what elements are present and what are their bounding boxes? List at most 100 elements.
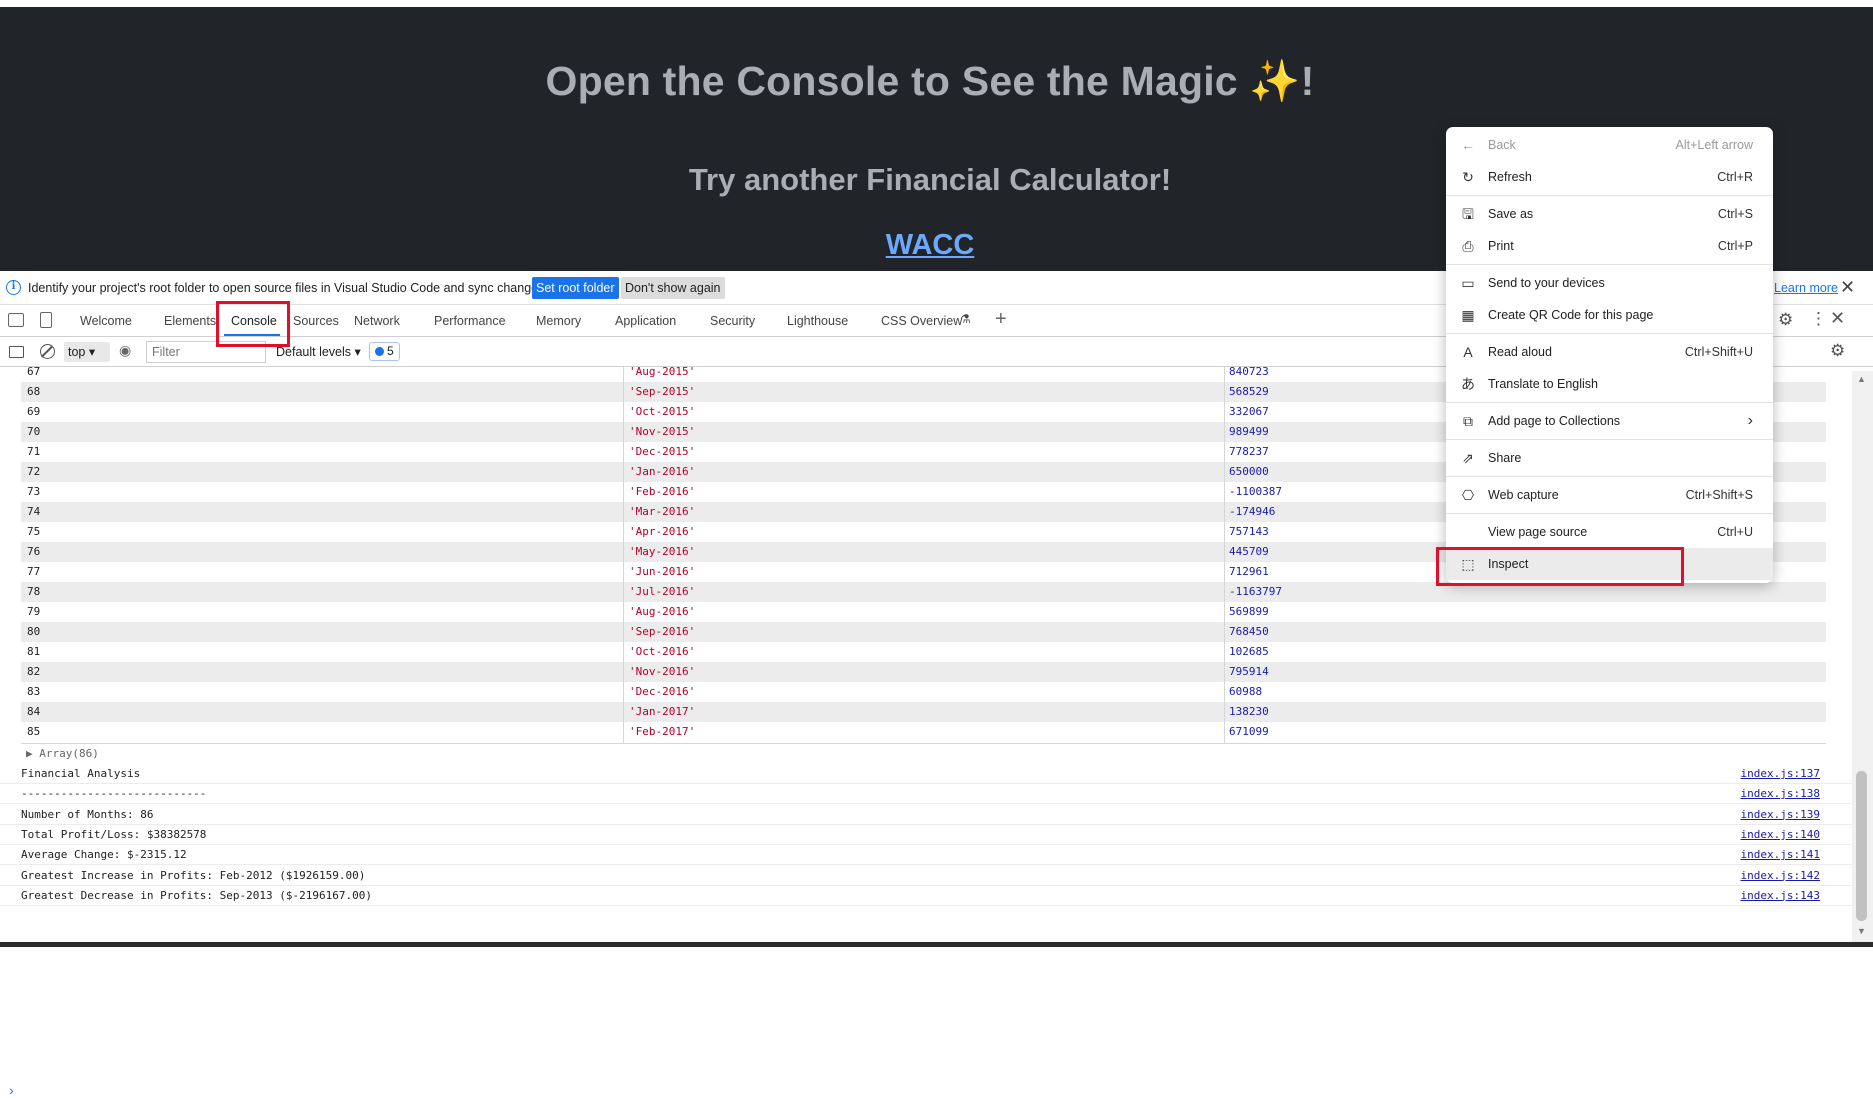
- more-options-icon[interactable]: ⋮: [1810, 309, 1827, 329]
- log-levels-label: Default levels: [276, 345, 352, 359]
- close-icon[interactable]: ✕: [1840, 277, 1855, 298]
- menu-item-label: Translate to English: [1488, 377, 1599, 391]
- menu-item-view-page-source[interactable]: View page source Ctrl+U: [1446, 516, 1773, 548]
- row-date: 'Mar-2016': [629, 505, 696, 518]
- log-source-link[interactable]: index.js:139: [1741, 805, 1820, 825]
- menu-item-shortcut: Ctrl+U: [1717, 525, 1753, 539]
- row-index: 81: [27, 645, 41, 658]
- row-date: 'Feb-2016': [629, 485, 696, 498]
- message-count-badge[interactable]: 5: [369, 342, 400, 361]
- row-index: 72: [27, 465, 41, 478]
- tab-css-overview[interactable]: CSS Overview: [881, 314, 962, 328]
- console-log-line: Average Change: $-2315.12 index.js:141: [0, 845, 1852, 866]
- clear-console-icon[interactable]: [40, 344, 55, 359]
- table-row: 85 'Feb-2017' 671099: [21, 722, 1826, 742]
- table-row: 80 'Sep-2016' 768450: [21, 622, 1826, 642]
- set-root-folder-button[interactable]: Set root folder: [532, 277, 619, 299]
- menu-item-label: Share: [1488, 451, 1522, 465]
- page-title: Open the Console to See the Magic ✨!: [545, 58, 1315, 104]
- menu-item-translate-to-english[interactable]: あ Translate to English: [1446, 368, 1773, 400]
- log-message: ----------------------------: [21, 787, 207, 801]
- console-log-line: Financial Analysis index.js:137: [0, 764, 1852, 784]
- tab-security[interactable]: Security: [710, 314, 755, 328]
- sidebar-toggle-icon[interactable]: [9, 346, 24, 358]
- array-expander[interactable]: ▶ Array(86): [26, 746, 99, 762]
- row-amount: 768450: [1229, 625, 1269, 638]
- row-amount: 568529: [1229, 385, 1269, 398]
- console-log-line: Number of Months: 86 index.js:139: [0, 805, 1852, 825]
- menu-separator: [1446, 439, 1773, 440]
- row-amount: 757143: [1229, 525, 1269, 538]
- tab-application[interactable]: Application: [615, 314, 676, 328]
- learn-more-link[interactable]: Learn more: [1774, 281, 1838, 295]
- row-index: 82: [27, 665, 41, 678]
- row-amount: 712961: [1229, 565, 1269, 578]
- scroll-up-arrow-icon[interactable]: ▲: [1857, 374, 1866, 384]
- menu-item-label: Send to your devices: [1488, 276, 1605, 290]
- log-source-link[interactable]: index.js:140: [1741, 825, 1820, 845]
- log-message: Greatest Decrease in Profits: Sep-2013 (…: [21, 888, 372, 902]
- menu-item-label: Print: [1488, 239, 1514, 253]
- menu-item-label: Create QR Code for this page: [1488, 308, 1654, 322]
- tab-welcome[interactable]: Welcome: [80, 314, 132, 328]
- menu-item-refresh[interactable]: ↻ Refresh Ctrl+R: [1446, 161, 1773, 193]
- tab-sources[interactable]: Sources: [293, 314, 339, 328]
- context-selector[interactable]: top ▾: [64, 342, 110, 362]
- chevron-right-icon: ›: [1747, 412, 1753, 429]
- console-log-line: Greatest Increase in Profits: Feb-2012 (…: [0, 866, 1852, 886]
- log-source-link[interactable]: index.js:141: [1741, 845, 1820, 865]
- menu-item-shortcut: Ctrl+P: [1717, 239, 1753, 253]
- menu-item-share[interactable]: ⇗ Share: [1446, 442, 1773, 474]
- share-icon: ⇗: [1462, 450, 1474, 466]
- menu-item-print[interactable]: ⎙ Print Ctrl+P: [1446, 230, 1773, 262]
- more-tools-plus-icon[interactable]: +: [995, 308, 1007, 331]
- close-devtools-icon[interactable]: ✕: [1830, 308, 1845, 329]
- console-prompt[interactable]: ›: [9, 1082, 14, 1098]
- log-message: Number of Months: 86: [21, 807, 154, 821]
- tab-elements[interactable]: Elements: [164, 314, 216, 328]
- row-index: 84: [27, 705, 41, 718]
- scroll-down-arrow-icon[interactable]: ▼: [1857, 926, 1866, 936]
- menu-item-read-aloud[interactable]: A Read aloud Ctrl+Shift+U: [1446, 336, 1773, 368]
- menu-item-save-as[interactable]: 🖫 Save as Ctrl+S: [1446, 198, 1773, 230]
- log-source-link[interactable]: index.js:137: [1741, 764, 1820, 784]
- menu-item-create-qr-code-for-this-page[interactable]: ▦ Create QR Code for this page: [1446, 299, 1773, 331]
- log-source-link[interactable]: index.js:142: [1741, 866, 1820, 886]
- row-index: 83: [27, 685, 41, 698]
- device-toolbar-icon[interactable]: [40, 312, 52, 328]
- menu-item-add-page-to-collections[interactable]: ⧉ Add page to Collections ›: [1446, 405, 1773, 437]
- dont-show-again-button[interactable]: Don't show again: [621, 277, 725, 299]
- tab-memory[interactable]: Memory: [536, 314, 581, 328]
- menu-item-shortcut: Ctrl+Shift+S: [1685, 488, 1753, 502]
- menu-item-back[interactable]: ← Back Alt+Left arrow: [1446, 129, 1773, 161]
- log-source-link[interactable]: index.js:138: [1741, 784, 1820, 804]
- settings-gear-icon[interactable]: ⚙: [1778, 310, 1793, 330]
- console-log-line: Total Profit/Loss: $38382578 index.js:140: [0, 825, 1852, 845]
- row-index: 73: [27, 485, 41, 498]
- log-source-link[interactable]: index.js:143: [1741, 886, 1820, 906]
- web-capture-icon: ⎔: [1461, 487, 1475, 503]
- console-scrollbar[interactable]: ▲ ▼: [1852, 371, 1873, 942]
- table-row: 82 'Nov-2016' 795914: [21, 662, 1826, 682]
- row-date: 'Aug-2016': [629, 605, 696, 618]
- row-index: 78: [27, 585, 41, 598]
- live-expression-eye-icon[interactable]: ◉: [119, 342, 131, 359]
- menu-item-send-to-your-devices[interactable]: ▭ Send to your devices: [1446, 267, 1773, 299]
- inspect-highlight-box: [1436, 547, 1684, 586]
- collections-icon: ⧉: [1463, 413, 1473, 429]
- row-index: 79: [27, 605, 41, 618]
- qr-code-icon: ▦: [1461, 307, 1475, 323]
- table-row: 83 'Dec-2016' 60988: [21, 682, 1826, 702]
- menu-item-web-capture[interactable]: ⎔ Web capture Ctrl+Shift+S: [1446, 479, 1773, 511]
- read-aloud-icon: A: [1463, 344, 1473, 360]
- tab-performance[interactable]: Performance: [434, 314, 506, 328]
- menu-item-shortcut: Alt+Left arrow: [1675, 138, 1753, 152]
- tab-network[interactable]: Network: [354, 314, 400, 328]
- console-settings-gear-icon[interactable]: ⚙: [1830, 341, 1845, 361]
- console-tab-highlight-box: [216, 301, 290, 347]
- tab-lighthouse[interactable]: Lighthouse: [787, 314, 848, 328]
- refresh-icon: ↻: [1462, 169, 1474, 185]
- scrollbar-thumb[interactable]: [1856, 771, 1867, 921]
- inspect-element-icon[interactable]: [8, 313, 24, 327]
- row-date: 'Aug-2015': [629, 367, 696, 378]
